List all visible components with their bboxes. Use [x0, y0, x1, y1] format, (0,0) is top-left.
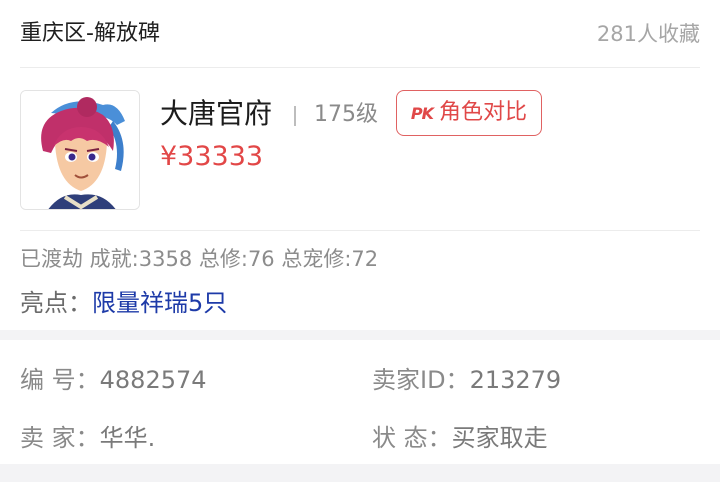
character-portrait-icon — [21, 91, 139, 209]
favorites-count: 281人收藏 — [596, 22, 700, 46]
listing-header: 重庆区-解放碑 281人收藏 — [20, 0, 700, 68]
price: ¥33333 — [160, 141, 264, 172]
seller-id-value: 213279 — [469, 366, 562, 394]
role-compare-button[interactable]: PK 角色对比 — [396, 90, 542, 136]
separator — [294, 106, 296, 126]
highlight-value: 限量祥瑞5只 — [92, 289, 228, 317]
serial-number-row: 编 号：4882574 — [20, 364, 207, 396]
role-school-name: 大唐官府 — [160, 97, 273, 130]
pk-icon: PK — [410, 103, 434, 123]
role-compare-label: 角色对比 — [439, 100, 528, 125]
seller-value: 华华. — [99, 424, 156, 452]
status-value: 买家取走 — [451, 424, 548, 452]
seller-label: 卖 家： — [20, 424, 100, 452]
divider — [20, 230, 700, 231]
highlight-row: 亮点：限量祥瑞5只 — [20, 286, 227, 323]
seller-id-label: 卖家ID： — [372, 366, 470, 394]
role-level: 175级 — [314, 102, 378, 127]
status-label: 状 态： — [372, 424, 452, 452]
listing-card: 重庆区-解放碑 281人收藏 大唐官府 175级 PK 角色对比 ¥33333 … — [0, 0, 720, 330]
character-avatar[interactable] — [20, 90, 140, 210]
role-stats: 已渡劫 成就:3358 总修:76 总宠修:72 — [20, 247, 379, 271]
serial-number-value: 4882574 — [99, 366, 207, 394]
seller-row: 卖 家：华华. — [20, 422, 155, 454]
serial-number-label: 编 号： — [20, 366, 100, 394]
status-row: 状 态：买家取走 — [372, 422, 548, 454]
server-name: 重庆区-解放碑 — [20, 21, 160, 46]
seller-id-row: 卖家ID：213279 — [372, 364, 561, 396]
detail-section: 编 号：4882574 卖家ID：213279 卖 家：华华. 状 态：买家取走 — [0, 340, 720, 464]
highlight-label: 亮点： — [20, 289, 92, 317]
